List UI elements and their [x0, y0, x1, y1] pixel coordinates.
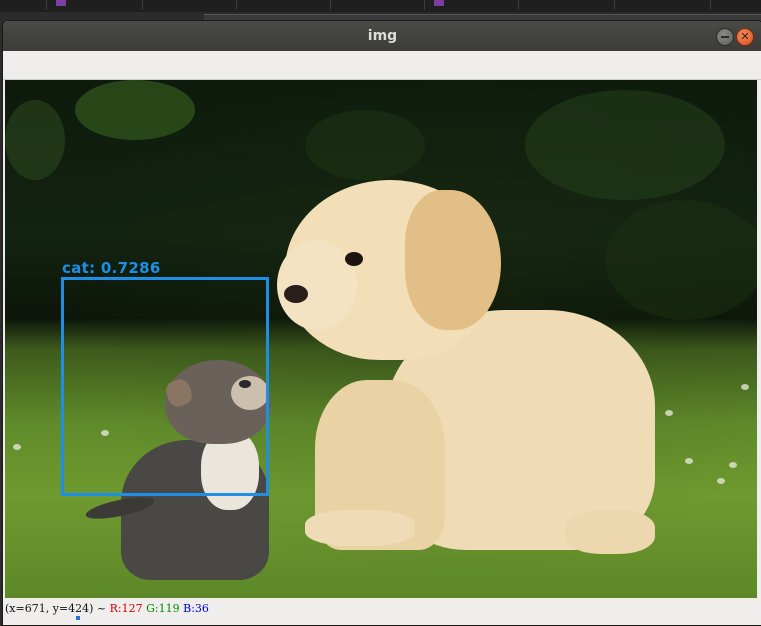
detection-bounding-box — [61, 277, 269, 496]
taskbar-segment — [0, 0, 47, 10]
status-marker — [76, 616, 80, 620]
window-titlebar[interactable]: img ✕ — [3, 21, 761, 51]
taskbar-segment — [518, 0, 615, 10]
taskbar-segment — [330, 0, 425, 10]
close-icon[interactable]: ✕ — [736, 28, 754, 46]
image-window: img ✕ cat: 0.7286 (x=671, y=424) ~ R:127… — [2, 20, 761, 626]
pixel-green-value: G:119 — [146, 602, 180, 615]
taskbar-segment — [142, 0, 237, 10]
taskbar-segment — [236, 0, 331, 10]
desktop-taskbar — [0, 0, 761, 12]
taskbar-segment — [46, 0, 143, 10]
pixel-blue-value: B:36 — [183, 602, 209, 615]
minimize-icon[interactable] — [716, 28, 734, 46]
taskbar-segment — [424, 0, 519, 10]
cursor-coordinates: (x=671, y=424) ~ — [5, 602, 107, 615]
window-title: img — [367, 28, 398, 44]
status-bar: (x=671, y=424) ~ R:127 G:119 B:36 — [3, 600, 761, 625]
window-toolbar — [3, 51, 761, 80]
taskbar-segment — [614, 0, 711, 10]
status-readout: (x=671, y=424) ~ R:127 G:119 B:36 — [5, 602, 209, 615]
pixel-red-value: R:127 — [109, 602, 143, 615]
detection-label: cat: 0.7286 — [62, 259, 161, 277]
